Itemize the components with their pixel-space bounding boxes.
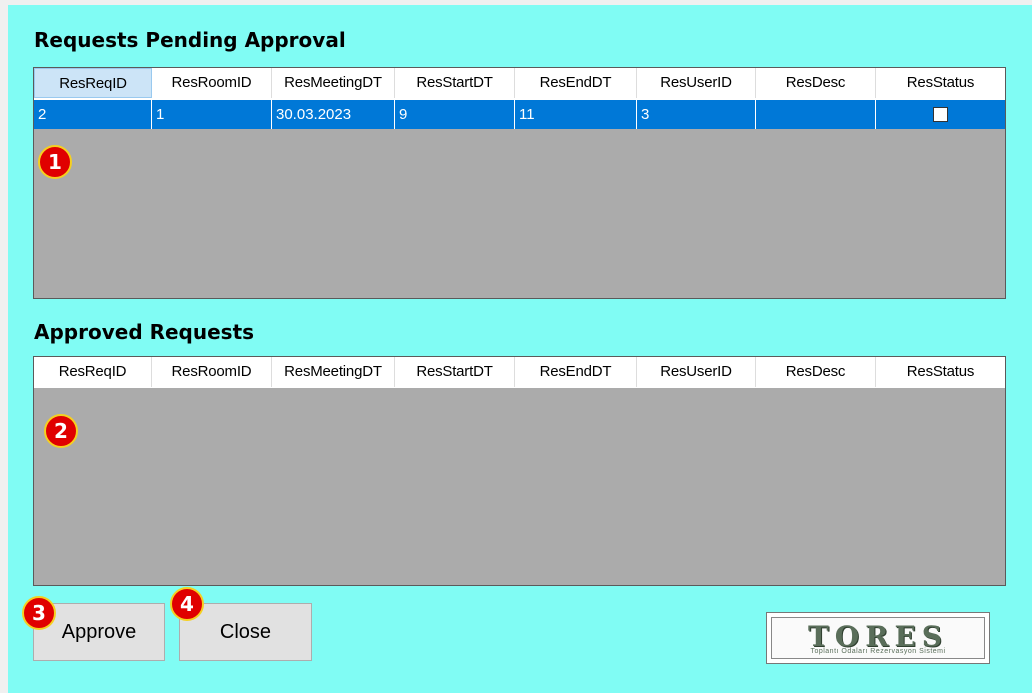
pending-col-resuserid[interactable]: ResUserID (637, 68, 756, 98)
pending-col-resroomid[interactable]: ResRoomID (152, 68, 272, 98)
cell-resstatus[interactable] (876, 99, 1005, 129)
pending-col-resreqid[interactable]: ResReqID (34, 68, 152, 98)
pending-col-resstatus[interactable]: ResStatus (876, 68, 1005, 98)
cell-resstartdt[interactable]: 9 (395, 99, 515, 129)
approved-col-resroomid[interactable]: ResRoomID (152, 357, 272, 387)
approved-col-resmeetingdt[interactable]: ResMeetingDT (272, 357, 395, 387)
pending-section-title: Requests Pending Approval (34, 28, 346, 52)
approved-requests-grid[interactable]: ResReqID ResRoomID ResMeetingDT ResStart… (33, 356, 1006, 586)
approved-col-resstartdt[interactable]: ResStartDT (395, 357, 515, 387)
approved-col-resreqid[interactable]: ResReqID (34, 357, 152, 387)
tores-logo: TORES Toplantı Odaları Rezervasyon Siste… (766, 612, 990, 664)
pending-grid-header: ResReqID ResRoomID ResMeetingDT ResStart… (34, 68, 1005, 99)
approved-col-resdesc[interactable]: ResDesc (756, 357, 876, 387)
cell-resroomid[interactable]: 1 (152, 99, 272, 129)
cell-resdesc[interactable] (756, 99, 876, 129)
approved-section-title: Approved Requests (34, 320, 255, 344)
approved-col-resenddt[interactable]: ResEndDT (515, 357, 637, 387)
approved-col-resstatus[interactable]: ResStatus (876, 357, 1005, 387)
pending-col-resmeetingdt[interactable]: ResMeetingDT (272, 68, 395, 98)
callout-badge-4: 4 (170, 587, 204, 621)
pending-requests-grid[interactable]: ResReqID ResRoomID ResMeetingDT ResStart… (33, 67, 1006, 299)
logo-frame: TORES Toplantı Odaları Rezervasyon Siste… (771, 617, 985, 659)
logo-subtitle: Toplantı Odaları Rezervasyon Sistemi (810, 648, 946, 655)
resstatus-checkbox[interactable] (933, 107, 948, 122)
approved-grid-header: ResReqID ResRoomID ResMeetingDT ResStart… (34, 357, 1005, 388)
table-row[interactable]: 2 1 30.03.2023 9 11 3 (34, 99, 1005, 129)
approved-col-resuserid[interactable]: ResUserID (637, 357, 756, 387)
callout-badge-1: 1 (38, 145, 72, 179)
cell-resuserid[interactable]: 3 (637, 99, 756, 129)
pending-col-resenddt[interactable]: ResEndDT (515, 68, 637, 98)
pending-col-resdesc[interactable]: ResDesc (756, 68, 876, 98)
callout-badge-2: 2 (44, 414, 78, 448)
pending-col-resstartdt[interactable]: ResStartDT (395, 68, 515, 98)
cell-resreqid[interactable]: 2 (34, 99, 152, 129)
cell-resmeetingdt[interactable]: 30.03.2023 (272, 99, 395, 129)
callout-badge-3: 3 (22, 596, 56, 630)
cell-resenddt[interactable]: 11 (515, 99, 637, 129)
